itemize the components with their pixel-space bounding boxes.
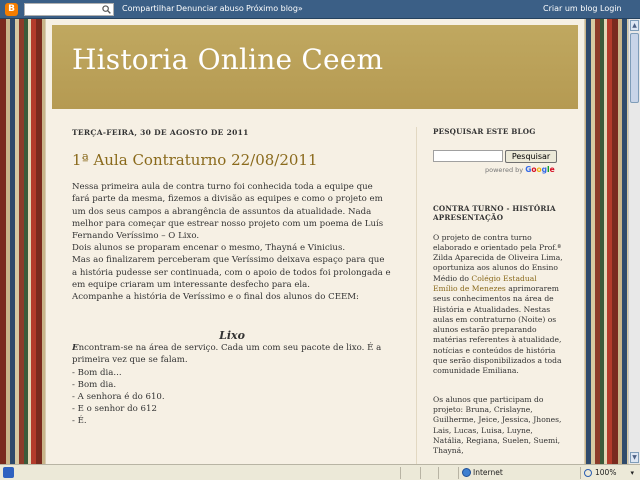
navbar-search-input[interactable] [25,4,101,15]
post-body: Nessa primeira aula de contra turno foi … [72,181,392,427]
chevron-down-icon[interactable]: ▾ [630,467,634,479]
poem-title: Lixo [219,329,245,343]
poem-line: - É. [72,416,87,427]
zoom-control[interactable]: 100% ▾ [580,467,638,479]
status-segment [438,467,439,479]
status-segment [420,467,421,479]
post-date: TERÇA-FEIRA, 30 DE AGOSTO DE 2011 [72,128,249,137]
search-icon[interactable] [102,5,111,14]
globe-icon [462,468,471,477]
google-logo-letter: e [549,164,555,174]
post-paragraph: Nessa primeira aula de contra turno foi … [72,182,384,242]
poem-line-text: ncontram-se na área de serviço. Cada um … [72,343,382,366]
blog-search-input[interactable] [433,149,503,162]
poem-line: - Bom dia... [72,367,122,378]
blog-search-button[interactable]: Pesquisar [505,149,557,163]
blogger-logo-icon[interactable]: B [5,3,18,16]
security-zone[interactable]: Internet [458,467,558,479]
sidebar: PESQUISAR ESTE BLOG Pesquisar powered by… [433,127,563,464]
post-paragraph: Dois alunos se proparam encenar o mesmo,… [72,243,346,254]
sidebar-about-text-part: aprimorarem seus conhecimentos na área d… [433,283,562,376]
blogger-navbar: B Compartilhar Denunciar abuso Próximo b… [0,0,640,19]
navbar-search [24,3,114,16]
blog-title[interactable]: Historia Online Ceem [72,43,383,76]
zoom-icon [584,469,592,477]
browser-status-bar: Internet 100% ▾ [0,464,640,480]
blog-outer-wrapper: Historia Online Ceem TERÇA-FEIRA, 30 DE … [45,19,585,464]
login-link[interactable]: Login [600,4,622,13]
post-paragraph: Acompanhe a história de Veríssimo e o fi… [72,292,359,303]
zoom-level: 100% [595,468,617,477]
security-zone-label: Internet [473,468,503,477]
scroll-down-arrow-icon[interactable]: ▼ [630,452,639,463]
poem-line: - E o senhor do 612 [72,404,157,415]
page-status-icon [3,467,14,478]
sidebar-students-text: Os alunos que participam do projeto: Bru… [433,394,562,456]
share-link[interactable]: Compartilhar [122,4,174,13]
vertical-scrollbar[interactable]: ▲ ▼ [628,19,640,464]
next-blog-link[interactable]: Próximo blog» [246,4,303,13]
post-paragraph: Mas ao finalizarem perceberam que Veríss… [72,255,391,290]
blog-search-widget: Pesquisar powered by Google [433,149,563,175]
poem-line: - A senhora é do 610. [72,392,165,403]
status-segment [400,467,401,479]
google-logo: Google [525,165,555,174]
powered-by-google: powered by Google [485,165,555,175]
sidebar-about-text: O projeto de contra turno elaborado e or… [433,233,563,377]
sidebar-about-heading: CONTRA TURNO - HISTÓRIA APRESENTAÇÃO [433,203,556,223]
blog-header: Historia Online Ceem [52,25,578,109]
sidebar-search-heading: PESQUISAR ESTE BLOG [433,127,536,136]
sidebar-about-section: CONTRA TURNO - HISTÓRIA APRESENTAÇÃO O p… [433,204,563,457]
create-blog-link[interactable]: Criar um blog [543,4,598,13]
report-abuse-link[interactable]: Denunciar abuso [176,4,244,13]
poem-line: Encontram-se na área de serviço. Cada um… [72,342,392,366]
post-title[interactable]: 1ª Aula Contraturno 22/08/2011 [72,151,392,169]
powered-by-text: powered by [485,165,524,174]
scrollbar-thumb[interactable] [630,33,639,103]
main-column: TERÇA-FEIRA, 30 DE AGOSTO DE 2011 1ª Aul… [72,127,392,464]
scroll-up-arrow-icon[interactable]: ▲ [630,20,639,31]
poem-line: - Bom dia. [72,379,117,390]
column-divider [416,127,417,464]
